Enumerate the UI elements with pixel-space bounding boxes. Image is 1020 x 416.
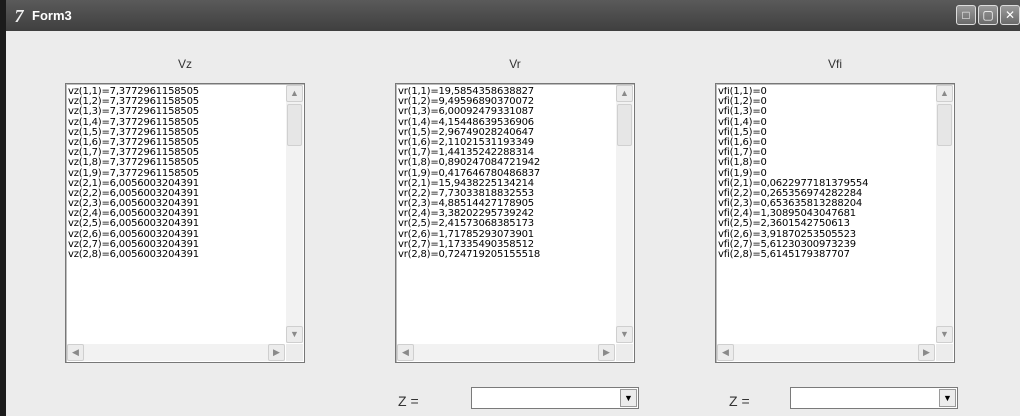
scroll-up-icon[interactable]: ▲ (286, 85, 303, 102)
vr-label: Vr (509, 57, 521, 71)
z-label-vr: Z = (398, 393, 419, 409)
vz-vertical-scrollbar[interactable]: ▲ ▼ (286, 85, 303, 343)
vr-vertical-scrollbar[interactable]: ▲ ▼ (616, 85, 633, 343)
z-combobox-vfi[interactable]: ▼ (790, 387, 958, 409)
vz-label: Vz (177, 57, 192, 71)
z-label-vfi: Z = (729, 393, 750, 409)
vfi-list: vfi(1,1)=0 vfi(1,2)=0 vfi(1,3)=0 vfi(1,4)=0… (718, 87, 934, 342)
scroll-down-icon[interactable]: ▼ (286, 326, 303, 343)
scroll-right-icon[interactable]: ▶ (598, 344, 615, 361)
scroll-thumb[interactable] (287, 104, 302, 146)
close-icon: ✕ (1004, 8, 1016, 22)
minimize-icon: □ (962, 8, 970, 22)
window-controls: □ ▢ ✕ (956, 5, 1020, 25)
vfi-vertical-scrollbar[interactable]: ▲ ▼ (936, 85, 953, 343)
list-item[interactable]: vfi(2,8)=5,6145179387707 (718, 249, 934, 260)
app-icon[interactable]: 7 (10, 7, 28, 25)
minimize-button[interactable]: □ (956, 5, 976, 25)
scroll-corner (936, 344, 953, 361)
vfi-listbox[interactable]: vfi(1,1)=0 vfi(1,2)=0 vfi(1,3)=0 vfi(1,4)=0… (715, 83, 955, 363)
chevron-down-icon[interactable]: ▼ (939, 389, 956, 407)
list-item[interactable]: vz(2,8)=6,0056003204391 (68, 249, 284, 260)
vz-listbox[interactable]: vz(1,1)=7,3772961158505 vz(1,2)=7,3772961… (65, 83, 305, 363)
z-combobox-vr[interactable]: ▼ (471, 387, 639, 409)
list-item[interactable]: vr(1,8)=0,890247084721942 (398, 158, 614, 168)
window-title: Form3 (32, 8, 72, 23)
vr-horizontal-scrollbar[interactable]: ◀ ▶ (397, 344, 615, 361)
scroll-up-icon[interactable]: ▲ (936, 85, 953, 102)
scroll-up-icon[interactable]: ▲ (616, 85, 633, 102)
vr-listbox[interactable]: vr(1,1)=19,5854358638827 vr(1,2)=9,495968… (395, 83, 635, 363)
vz-list: vz(1,1)=7,3772961158505 vz(1,2)=7,3772961… (68, 87, 284, 342)
chevron-down-icon[interactable]: ▼ (620, 389, 637, 407)
maximize-icon: ▢ (982, 8, 994, 22)
vz-horizontal-scrollbar[interactable]: ◀ ▶ (67, 344, 285, 361)
scroll-thumb[interactable] (617, 104, 632, 146)
form3-window: 7 Form3 □ ▢ ✕ Vz Vr Vfi vz(1,1)=7,377296… (0, 0, 1020, 416)
scroll-corner (286, 344, 303, 361)
scroll-down-icon[interactable]: ▼ (616, 326, 633, 343)
list-item[interactable]: vfi(1,8)=0 (718, 158, 934, 168)
scroll-right-icon[interactable]: ▶ (268, 344, 285, 361)
list-item[interactable]: vz(1,8)=7,3772961158505 (68, 158, 284, 168)
maximize-button[interactable]: ▢ (978, 5, 998, 25)
close-button[interactable]: ✕ (1000, 5, 1020, 25)
vfi-horizontal-scrollbar[interactable]: ◀ ▶ (717, 344, 935, 361)
scroll-thumb[interactable] (937, 104, 952, 146)
vr-list: vr(1,1)=19,5854358638827 vr(1,2)=9,495968… (398, 87, 614, 342)
scroll-corner (616, 344, 633, 361)
scroll-left-icon[interactable]: ◀ (717, 344, 734, 361)
list-item[interactable]: vr(2,8)=0,724719205155518 (398, 249, 614, 260)
scroll-down-icon[interactable]: ▼ (936, 326, 953, 343)
title-bar[interactable]: 7 Form3 □ ▢ ✕ (6, 0, 1020, 31)
vfi-label: Vfi (827, 57, 842, 71)
scroll-left-icon[interactable]: ◀ (397, 344, 414, 361)
scroll-left-icon[interactable]: ◀ (67, 344, 84, 361)
scroll-right-icon[interactable]: ▶ (918, 344, 935, 361)
